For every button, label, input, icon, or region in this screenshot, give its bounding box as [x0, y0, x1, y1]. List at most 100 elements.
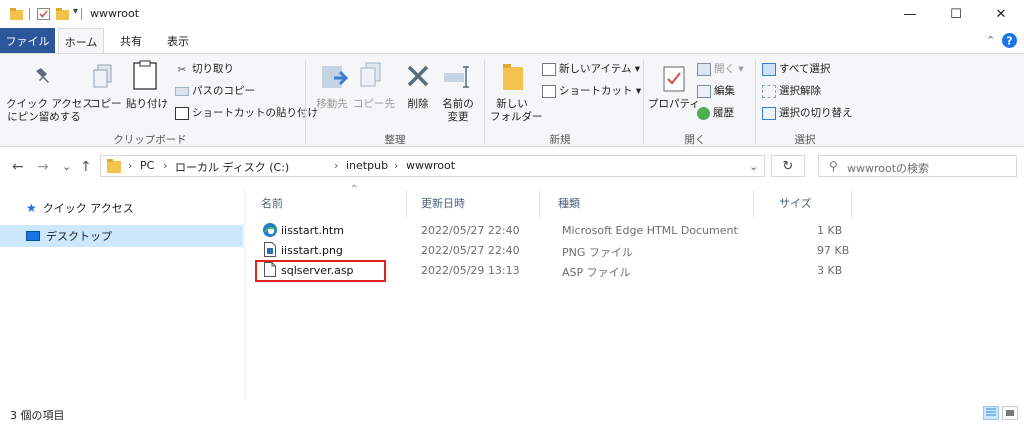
rename-button[interactable]: 名前の 変更 [440, 98, 476, 124]
ribbon: クイック アクセス にピン留めする コピー 貼り付け ✂ 切り取り パスのコピー … [0, 53, 1024, 147]
column-header-name[interactable]: 名前 [261, 195, 283, 211]
history-button[interactable]: 履歴 [697, 106, 734, 120]
edit-button[interactable]: 編集 [697, 84, 735, 98]
column-header-type[interactable]: 種類 [558, 195, 580, 211]
paste-button[interactable]: 貼り付け [126, 98, 168, 111]
paste-shortcut-icon [175, 106, 189, 120]
title-bar: ▾ wwwroot — ☐ ✕ [0, 0, 1024, 28]
file-row[interactable]: iisstart.png 2022/05/27 22:40 PNG ファイル 9… [257, 241, 1024, 261]
file-size: 3 KB [817, 264, 843, 277]
navigation-pane: ★ クイック アクセス デスクトップ [0, 187, 243, 397]
tab-share[interactable]: 共有 [111, 28, 151, 53]
open-icon [697, 62, 711, 76]
new-folder-icon[interactable] [56, 8, 69, 20]
file-row[interactable]: iisstart.htm 2022/05/27 22:40 Microsoft … [257, 221, 1024, 241]
properties-button[interactable]: プロパティ [648, 98, 700, 111]
maximize-button[interactable]: ☐ [933, 0, 979, 28]
copy-button[interactable]: コピー [90, 98, 122, 111]
annotation-highlight-box [255, 260, 386, 282]
column-separator[interactable] [406, 191, 407, 219]
title-separator [29, 8, 30, 20]
cut-button[interactable]: ✂ 切り取り [175, 62, 234, 76]
up-icon[interactable]: ↑ [80, 159, 92, 175]
properties-checkbox-icon[interactable] [37, 8, 50, 20]
breadcrumb-separator[interactable]: › [334, 159, 338, 172]
address-dropdown-icon[interactable]: ⌄ [749, 160, 758, 173]
file-type: PNG ファイル [562, 246, 633, 259]
history-icon [697, 106, 710, 120]
details-view-icon [986, 408, 996, 416]
nav-item-desktop[interactable]: デスクトップ [0, 225, 243, 247]
breadcrumb-wwwroot[interactable]: wwwroot [406, 159, 455, 172]
breadcrumb-separator[interactable]: › [394, 159, 398, 172]
new-folder-button[interactable]: 新しい フォルダー [490, 98, 543, 124]
column-separator[interactable] [539, 191, 540, 219]
close-button[interactable]: ✕ [978, 0, 1024, 28]
delete-icon [407, 65, 429, 87]
group-label-open: 開く [684, 134, 706, 146]
copy-path-label: パスのコピー [192, 85, 255, 97]
open-label: 開く ▾ [714, 63, 744, 75]
file-date: 2022/05/29 13:13 [421, 264, 520, 277]
ribbon-tabs: ファイル ホーム 共有 表示 ⌃ ? [0, 28, 1024, 54]
nav-item-label: クイック アクセス [42, 202, 134, 215]
column-header-size[interactable]: サイズ [779, 195, 812, 211]
breadcrumb-local-disk[interactable]: ローカル ディスク (C:) [175, 159, 289, 175]
group-label-select: 選択 [794, 134, 816, 146]
address-bar[interactable]: › PC › ローカル ディスク (C:) › inetpub › wwwroo… [100, 155, 765, 177]
invert-selection-icon [762, 106, 776, 120]
move-to-icon [322, 66, 348, 88]
search-input[interactable]: ⚲ wwwrootの検索 [818, 155, 1017, 177]
open-button[interactable]: 開く ▾ [697, 62, 744, 76]
nav-item-quick-access[interactable]: ★ クイック アクセス [0, 197, 243, 219]
pin-quick-access-button[interactable]: クイック アクセス にピン留めする [6, 98, 93, 124]
desktop-icon [26, 231, 40, 241]
file-name: iisstart.htm [281, 224, 344, 237]
recent-locations-icon[interactable]: ⌄ [62, 160, 71, 173]
breadcrumb-separator[interactable]: › [163, 159, 167, 172]
pin-icon [36, 68, 49, 83]
image-file-icon [264, 242, 276, 257]
paste-shortcut-button[interactable]: ショートカットの貼り付け [175, 106, 318, 120]
column-separator[interactable] [753, 191, 754, 219]
refresh-button[interactable]: ↻ [771, 155, 805, 177]
collapse-ribbon-icon[interactable]: ⌃ [986, 34, 995, 47]
select-all-button[interactable]: すべて選択 [762, 62, 830, 76]
new-folder-large-icon [503, 64, 523, 90]
group-label-organize: 整理 [384, 134, 406, 146]
minimize-button[interactable]: — [887, 0, 933, 28]
delete-button[interactable]: 削除 [402, 98, 434, 111]
tab-home[interactable]: ホーム [58, 28, 104, 54]
folder-icon [107, 159, 121, 173]
breadcrumb-separator[interactable]: › [128, 159, 132, 172]
large-icons-view-button[interactable] [1002, 406, 1018, 420]
select-none-button[interactable]: 選択解除 [762, 84, 821, 98]
invert-selection-button[interactable]: 選択の切り替え [762, 106, 853, 120]
file-list: ⌃ 名前 更新日時 種類 サイズ iisstart.htm 2022/05/27… [244, 184, 1024, 400]
search-icon: ⚲ [829, 159, 838, 173]
customize-qat-icon[interactable]: ▾ [73, 6, 78, 17]
tab-file[interactable]: ファイル [0, 28, 55, 53]
maximize-icon: ☐ [950, 6, 962, 22]
column-separator[interactable] [851, 191, 852, 219]
properties-icon [663, 66, 685, 92]
minimize-icon: — [903, 6, 917, 22]
file-size: 1 KB [817, 224, 843, 237]
new-folder-label-line1: 新しい [496, 98, 528, 110]
copy-path-button[interactable]: パスのコピー [175, 84, 255, 98]
file-name: iisstart.png [281, 244, 343, 257]
breadcrumb-inetpub[interactable]: inetpub [346, 159, 388, 172]
breadcrumb-pc[interactable]: PC [140, 159, 154, 172]
copy-to-button[interactable]: コピー先 [353, 98, 395, 111]
forward-icon[interactable]: → [37, 159, 49, 175]
help-icon[interactable]: ? [1002, 33, 1017, 48]
details-view-button[interactable] [983, 406, 999, 420]
move-to-button[interactable]: 移動先 [312, 98, 352, 111]
tab-view[interactable]: 表示 [158, 28, 198, 53]
back-icon[interactable]: ← [12, 159, 24, 175]
column-header-date[interactable]: 更新日時 [421, 195, 465, 211]
new-item-button[interactable]: 新しいアイテム ▾ [542, 62, 640, 76]
rename-icon [444, 66, 469, 88]
file-date: 2022/05/27 22:40 [421, 244, 520, 257]
easy-access-button[interactable]: ショートカット ▾ [542, 84, 641, 98]
